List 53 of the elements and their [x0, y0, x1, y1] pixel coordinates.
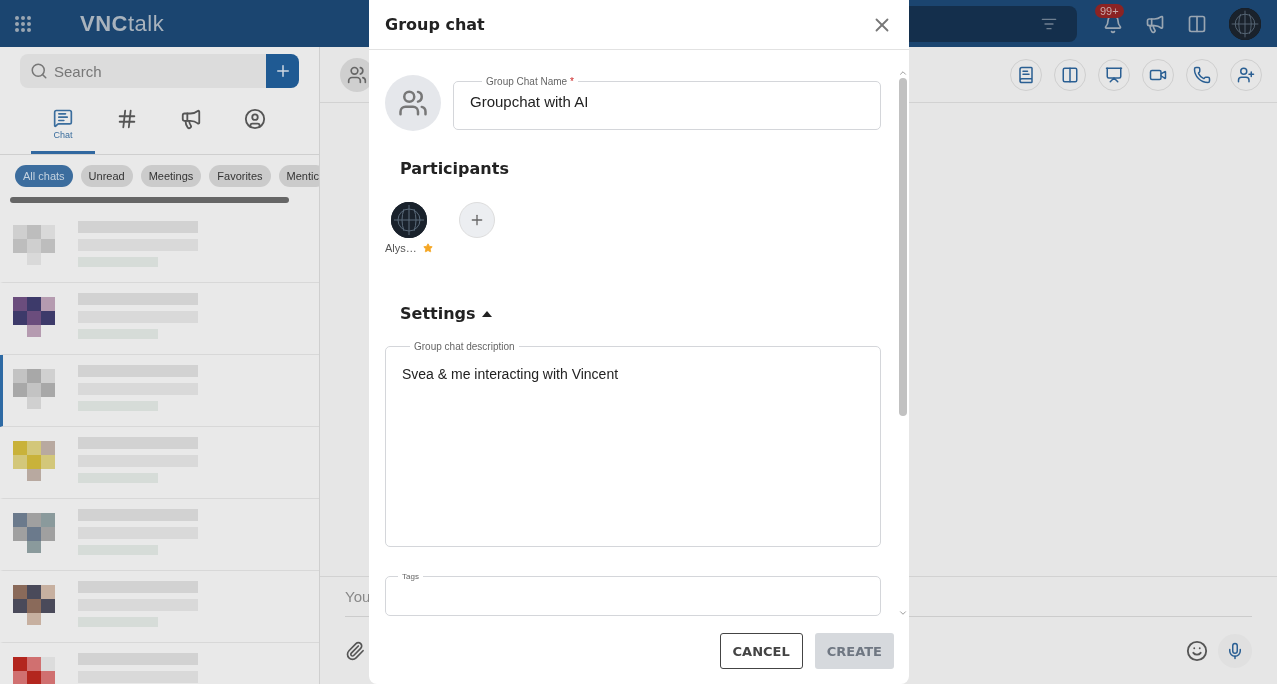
video-call-button[interactable]: [1142, 58, 1174, 91]
section-title: Participants: [400, 159, 510, 178]
filter-chip[interactable]: Mentic: [278, 165, 319, 187]
group-avatar[interactable]: [385, 75, 441, 131]
megaphone-icon: [180, 108, 202, 130]
filter-chip[interactable]: Favorites: [209, 165, 271, 187]
add-participant-button[interactable]: [458, 202, 495, 238]
name-field[interactable]: Group Chat Name * Groupchat with AI: [453, 76, 881, 130]
field-label: Group chat description: [413, 341, 516, 352]
chat-icon: [53, 108, 73, 128]
add-button[interactable]: [266, 54, 299, 88]
logo: VNCtalk: [80, 10, 165, 37]
dialog-title: Group chat: [385, 15, 485, 34]
message-placeholder: You: [345, 588, 371, 605]
add-user-icon: [1237, 65, 1255, 84]
add-user-button[interactable]: [1230, 58, 1262, 91]
screen-share-button[interactable]: [1098, 58, 1130, 91]
scrollbar[interactable]: [899, 78, 907, 416]
notification-badge: 99+: [1095, 3, 1124, 18]
avatar-picture-icon[interactable]: [390, 202, 427, 238]
columns-icon: [1061, 65, 1079, 84]
emoji-icon[interactable]: [1186, 639, 1208, 662]
search-placeholder: Search: [54, 62, 102, 80]
apps-button[interactable]: [1054, 58, 1086, 91]
tags-field[interactable]: Tags: [385, 572, 881, 616]
panel-icon[interactable]: [1187, 13, 1207, 34]
settings-toggle[interactable]: Settings: [400, 304, 881, 323]
dialog-button[interactable]: CANCEL: [719, 633, 803, 669]
mic-icon: [1226, 641, 1244, 660]
user-icon: [244, 108, 266, 130]
caret-icon: [481, 310, 492, 317]
apps-grid-icon: [14, 14, 32, 33]
phone-icon: [1193, 65, 1211, 84]
filter-chip[interactable]: Meetings: [140, 165, 202, 187]
hash-icon: [116, 108, 138, 130]
field-label: Tags: [401, 572, 420, 581]
search-icon: [30, 62, 48, 80]
field-label: Group Chat Name *: [485, 76, 575, 87]
required-mark: *: [569, 76, 574, 87]
filter-chip[interactable]: All chats: [15, 165, 73, 187]
notes-button[interactable]: [1010, 58, 1042, 91]
megaphone-icon[interactable]: [1145, 13, 1165, 34]
notebook-icon: [1017, 65, 1035, 84]
mic-button[interactable]: [1218, 633, 1252, 668]
users-icon: [398, 88, 428, 118]
paperclip-icon[interactable]: [345, 640, 365, 661]
filter-chip[interactable]: Unread: [80, 165, 133, 187]
sidebar-tab[interactable]: Chat: [31, 104, 95, 154]
participant-name: Alys…: [385, 242, 417, 254]
scrollbar[interactable]: [10, 197, 289, 203]
call-button[interactable]: [1186, 58, 1218, 91]
description-field[interactable]: Group chat description Svea & me interacting with Vincent: [385, 341, 881, 547]
screen-icon: [1105, 65, 1123, 84]
